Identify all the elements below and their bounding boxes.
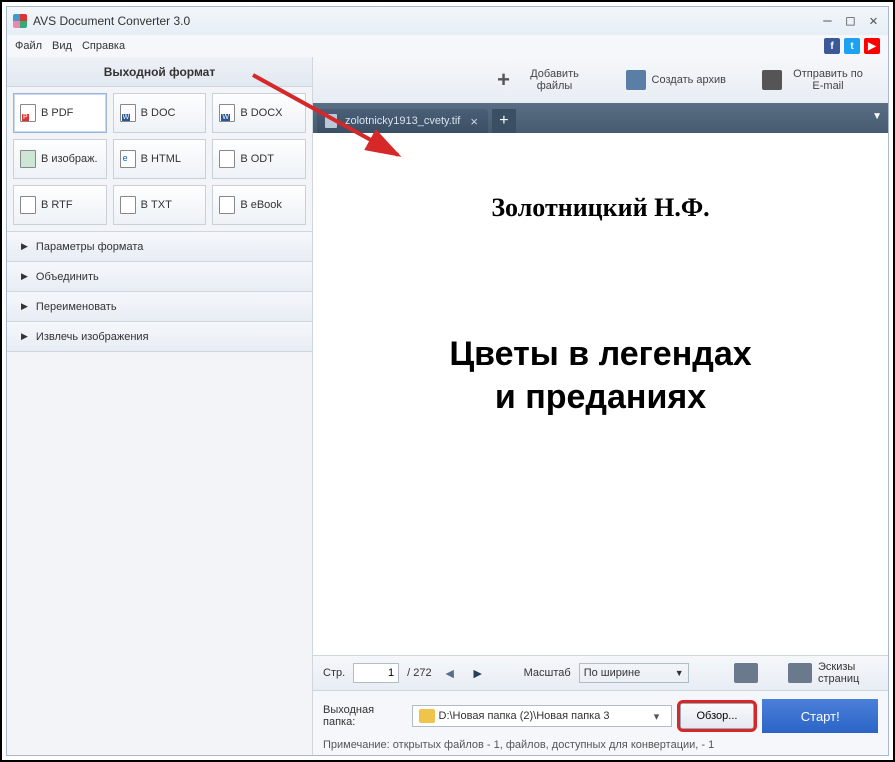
format-rtf[interactable]: В RTF	[13, 185, 107, 225]
chevron-right-icon: ▶	[21, 241, 28, 252]
sidebar: Выходной формат В PDF В DOC В DOCX В изо…	[7, 57, 313, 755]
twitter-icon[interactable]: t	[844, 38, 860, 54]
output-folder-label: Выходная папка:	[323, 704, 404, 728]
chevron-right-icon: ▶	[21, 331, 28, 342]
format-label: В изображ.	[41, 153, 98, 165]
tabbar: zolotnicky1913_cvety.tif × + ▼	[313, 103, 888, 133]
add-files-button[interactable]: + Добавить файлы	[486, 64, 598, 96]
output-path-field[interactable]: D:\Новая папка (2)\Новая папка 3 ▾	[412, 705, 672, 727]
format-pdf[interactable]: В PDF	[13, 93, 107, 133]
chevron-down-icon: ▼	[675, 668, 684, 678]
chevron-right-icon: ▶	[21, 271, 28, 282]
status-note: Примечание: открытых файлов - 1, файлов,…	[323, 739, 878, 751]
zoom-select[interactable]: По ширине ▼	[579, 663, 689, 683]
format-label: В TXT	[141, 199, 172, 211]
document-preview: Золотницкий Н.Ф. Цветы в легендах и пред…	[313, 133, 888, 656]
format-label: В DOCX	[240, 107, 282, 119]
window-title: AVS Document Converter 3.0	[33, 14, 190, 28]
page-input[interactable]	[353, 663, 399, 683]
thumbnails-label: Эскизы страниц	[818, 661, 878, 685]
format-label: В eBook	[240, 199, 282, 211]
toolbar: + Добавить файлы Создать архив Отправить …	[313, 57, 888, 103]
button-label: Добавить файлы	[520, 68, 590, 92]
doc-author: Золотницкий Н.Ф.	[353, 193, 848, 223]
mail-icon	[762, 70, 782, 90]
youtube-icon[interactable]: ▶	[864, 38, 880, 54]
format-txt[interactable]: В TXT	[113, 185, 207, 225]
menu-help[interactable]: Справка	[82, 40, 125, 52]
document-icon	[325, 114, 337, 128]
format-label: В PDF	[41, 107, 73, 119]
odt-icon	[219, 150, 235, 168]
page-label: Стр.	[323, 667, 345, 679]
docx-icon	[219, 104, 235, 122]
minimize-button[interactable]: —	[819, 13, 836, 30]
send-email-button[interactable]: Отправить по E-mail	[754, 64, 876, 96]
menubar: Файл Вид Справка f t ▶	[7, 35, 888, 57]
next-page-button[interactable]: ►	[468, 664, 488, 682]
format-docx[interactable]: В DOCX	[212, 93, 306, 133]
browse-label: Обзор...	[697, 710, 738, 722]
format-doc[interactable]: В DOC	[113, 93, 207, 133]
doc-title-line2: и преданиях	[353, 376, 848, 419]
menu-file[interactable]: Файл	[15, 40, 42, 52]
button-label: Создать архив	[652, 74, 726, 86]
tab-menu-icon[interactable]: ▼	[872, 111, 882, 122]
close-button[interactable]: ✕	[865, 13, 882, 30]
format-label: В RTF	[41, 199, 73, 211]
print-button[interactable]	[734, 663, 758, 683]
acc-label: Извлечь изображения	[36, 331, 149, 343]
acc-format-params[interactable]: ▶ Параметры формата	[7, 232, 312, 262]
acc-label: Переименовать	[36, 301, 117, 313]
rtf-icon	[20, 196, 36, 214]
format-label: В DOC	[141, 107, 176, 119]
maximize-button[interactable]: □	[842, 13, 859, 30]
acc-extract-images[interactable]: ▶ Извлечь изображения	[7, 322, 312, 352]
app-icon	[13, 14, 27, 28]
page-total: / 272	[407, 667, 431, 679]
thumbnails-button[interactable]	[788, 663, 812, 683]
format-image[interactable]: В изображ.	[13, 139, 107, 179]
new-tab-button[interactable]: +	[492, 109, 516, 133]
document-tab[interactable]: zolotnicky1913_cvety.tif ×	[317, 109, 488, 133]
format-label: В ODT	[240, 153, 274, 165]
zoom-value: По ширине	[584, 667, 641, 679]
titlebar: AVS Document Converter 3.0 — □ ✕	[7, 7, 888, 35]
txt-icon	[120, 196, 136, 214]
html-icon	[120, 150, 136, 168]
plus-icon: +	[494, 70, 514, 90]
doc-icon	[120, 104, 136, 122]
image-icon	[20, 150, 36, 168]
acc-label: Объединить	[36, 271, 99, 283]
archive-icon	[626, 70, 646, 90]
pager-bar: Стр. / 272 ◄ ► Масштаб По ширине ▼ Эскизы…	[313, 656, 888, 690]
acc-merge[interactable]: ▶ Объединить	[7, 262, 312, 292]
ebook-icon	[219, 196, 235, 214]
zoom-label: Масштаб	[524, 667, 571, 679]
sidebar-header: Выходной формат	[7, 57, 312, 87]
chevron-right-icon: ▶	[21, 301, 28, 312]
close-tab-icon[interactable]: ×	[468, 114, 480, 129]
path-dropdown-icon[interactable]: ▾	[649, 710, 665, 723]
doc-title-line1: Цветы в легендах	[353, 333, 848, 376]
acc-rename[interactable]: ▶ Переименовать	[7, 292, 312, 322]
format-html[interactable]: В HTML	[113, 139, 207, 179]
format-label: В HTML	[141, 153, 181, 165]
tab-label: zolotnicky1913_cvety.tif	[345, 115, 460, 127]
start-button[interactable]: Старт!	[762, 699, 878, 733]
folder-icon	[419, 709, 435, 723]
browse-button[interactable]: Обзор...	[680, 703, 755, 729]
prev-page-button[interactable]: ◄	[440, 664, 460, 682]
start-label: Старт!	[801, 709, 840, 724]
format-ebook[interactable]: В eBook	[212, 185, 306, 225]
acc-label: Параметры формата	[36, 241, 143, 253]
pdf-icon	[20, 104, 36, 122]
menu-view[interactable]: Вид	[52, 40, 72, 52]
output-path-text: D:\Новая папка (2)\Новая папка 3	[439, 710, 645, 722]
create-archive-button[interactable]: Создать архив	[618, 66, 734, 94]
format-odt[interactable]: В ODT	[212, 139, 306, 179]
button-label: Отправить по E-mail	[788, 68, 868, 92]
facebook-icon[interactable]: f	[824, 38, 840, 54]
